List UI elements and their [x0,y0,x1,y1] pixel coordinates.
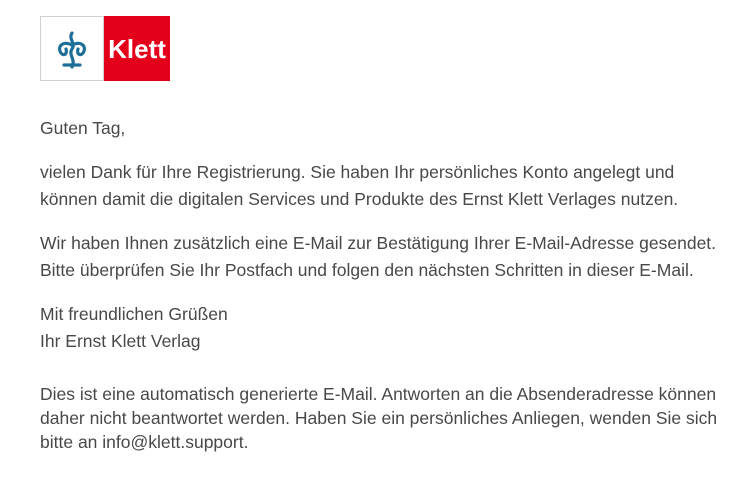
email-body: Guten Tag, vielen Dank für Ihre Registri… [40,115,720,454]
automatic-notice: Dies ist eine automatisch generierte E-M… [40,382,720,454]
footer-end: . [243,431,249,452]
signature: Ihr Ernst Klett Verlag [40,331,201,351]
confirmation-paragraph: Wir haben Ihnen zusätzlich eine E-Mail z… [40,232,717,281]
klett-wordmark: Klett [108,34,166,64]
registration-paragraph: vielen Dank für Ihre Registrierung. Sie … [40,161,679,210]
greeting: Guten Tag, [40,118,126,138]
support-email-link[interactable]: info@klett.support [102,432,243,452]
klett-tree-icon [58,30,86,69]
klett-wordmark-box: Klett [104,16,170,81]
klett-emblem [40,16,104,81]
closing: Mit freundlichen Grüßen [40,303,228,324]
klett-logo: Klett [40,16,170,81]
wordmark-text: Klett [108,34,166,64]
